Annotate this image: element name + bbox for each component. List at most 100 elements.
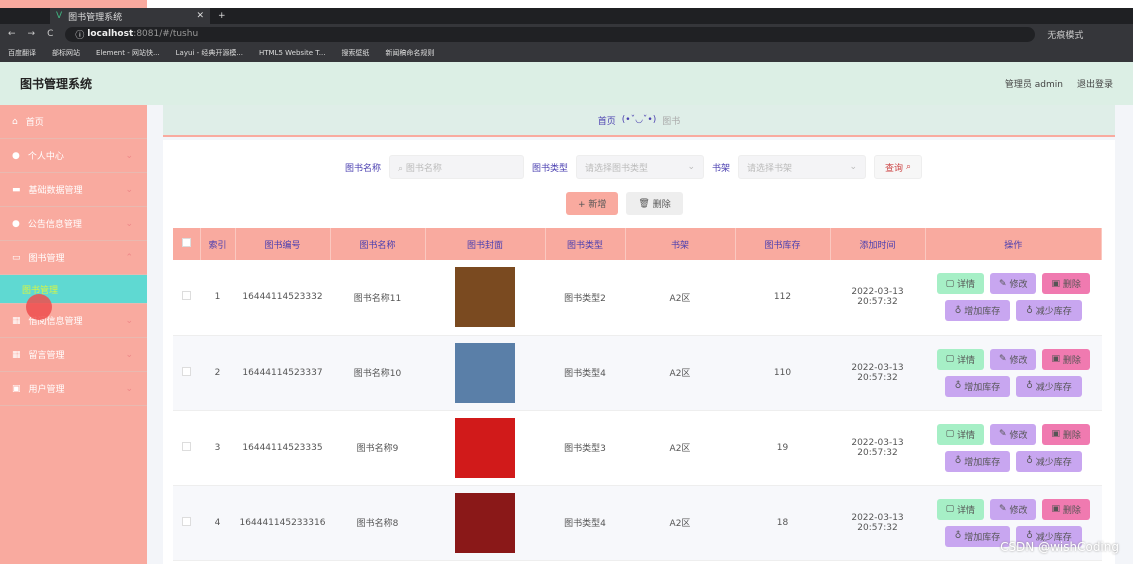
increase-stock-button[interactable]: ♁ 增加库存: [944, 375, 1011, 397]
detail-button[interactable]: ▢ 详情: [936, 348, 985, 370]
chevron-down-icon: ⌄: [125, 218, 133, 229]
books-table: 索引 图书编号 图书名称 图书封面 图书类型 书架 图书库存 添加时间 操作 1…: [173, 228, 1102, 561]
decrease-stock-button[interactable]: ♁ 减少库存: [1016, 450, 1082, 472]
column-header[interactable]: 索引: [200, 228, 236, 260]
forward-icon[interactable]: →: [28, 29, 36, 39]
add-button[interactable]: + 新增: [566, 192, 619, 215]
cursor-indicator: [26, 294, 52, 320]
breadcrumb-home[interactable]: 首页: [598, 114, 616, 127]
row-delete-button[interactable]: ▣ 删除: [1042, 423, 1090, 445]
column-header[interactable]: 图书编号: [235, 228, 331, 260]
edit-button[interactable]: ✎ 修改: [990, 273, 1037, 295]
book-cover-image: [455, 342, 515, 403]
app-title: 图书管理系统: [20, 77, 93, 91]
column-header[interactable]: 添加时间: [830, 228, 926, 260]
row-checkbox[interactable]: [182, 291, 191, 301]
row-index: 3: [200, 410, 235, 486]
sidebar-item-users[interactable]: ▣ 用户管理 ⌄: [0, 372, 147, 406]
column-header[interactable]: 图书封面: [425, 228, 546, 260]
address-bar-row: ← → C ⓘ localhost:8081/#/tushu 无痕模式: [0, 24, 1133, 44]
book-name-input[interactable]: ⌕ 图书名称: [389, 155, 525, 179]
table-row: 3 16444114523335 图书名称9 图书类型3 A2区 19 2022…: [173, 410, 1102, 486]
decrease-stock-button[interactable]: ♁ 减少库存: [1016, 375, 1082, 397]
chevron-down-icon: ⌄: [125, 150, 133, 161]
table-row: 2 16444114523337 图书名称10 图书类型4 A2区 110 20…: [173, 335, 1102, 411]
column-header[interactable]: 图书类型: [545, 228, 626, 260]
book-shelf: A2区: [625, 485, 735, 561]
chevron-down-icon: ⌄: [125, 184, 133, 195]
edit-button[interactable]: ✎ 修改: [990, 348, 1037, 370]
sidebar-item-messages[interactable]: ▦ 留言管理 ⌄: [0, 338, 147, 372]
book-cover-image: [455, 492, 515, 553]
bookmark[interactable]: 部标网站: [52, 48, 80, 58]
decrease-stock-button[interactable]: ♁ 减少库存: [1016, 300, 1082, 322]
increase-stock-button[interactable]: ♁ 增加库存: [944, 300, 1011, 322]
book-stock: 19: [735, 410, 830, 486]
bookmark[interactable]: Element - 网站快...: [96, 48, 160, 58]
book-code: 164441145233316: [235, 485, 330, 561]
new-tab-icon[interactable]: +: [218, 11, 226, 21]
book-stock: 110: [735, 335, 830, 411]
added-time: 2022-03-13 20:57:32: [830, 485, 925, 561]
row-delete-button[interactable]: ▣ 删除: [1042, 273, 1090, 295]
sidebar-item-books[interactable]: ▭ 图书管理 ⌃: [0, 241, 147, 275]
grid-icon: ▦: [12, 349, 21, 360]
url-input[interactable]: ⓘ localhost:8081/#/tushu: [65, 26, 1036, 42]
column-header[interactable]: 图书库存: [735, 228, 831, 260]
edit-button[interactable]: ✎ 修改: [990, 498, 1037, 520]
bookmark[interactable]: Layui - 经典开源模...: [176, 48, 243, 58]
table-row: 4 164441145233316 图书名称8 图书类型4 A2区 18 202…: [173, 485, 1102, 561]
browser-tab[interactable]: V 图书管理系统 ✕: [50, 8, 210, 24]
book-icon: ▭: [12, 252, 21, 263]
chevron-down-icon: ⌄: [125, 383, 133, 394]
reload-icon[interactable]: C: [47, 29, 53, 39]
sidebar-item-profile[interactable]: ● 个人中心 ⌄: [0, 139, 147, 173]
row-checkbox[interactable]: [182, 441, 191, 451]
row-delete-button[interactable]: ▣ 删除: [1042, 498, 1090, 520]
table-row: 1 16444114523332 图书名称11 图书类型2 A2区 112 20…: [173, 260, 1102, 336]
column-header[interactable]: 书架: [625, 228, 736, 260]
increase-stock-button[interactable]: ♁ 增加库存: [944, 450, 1011, 472]
added-time: 2022-03-13 20:57:32: [830, 335, 925, 411]
back-icon[interactable]: ←: [8, 29, 16, 39]
book-name: 图书名称8: [330, 485, 425, 561]
column-header[interactable]: 图书名称: [330, 228, 426, 260]
row-delete-button[interactable]: ▣ 删除: [1042, 348, 1090, 370]
select-all-checkbox[interactable]: [181, 238, 191, 247]
book-type-select[interactable]: 请选择图书类型 ⌄: [576, 155, 705, 179]
bookmark[interactable]: 百度翻译: [8, 48, 36, 58]
bookmark[interactable]: 搜索壁纸: [341, 48, 369, 58]
incognito-badge[interactable]: 无痕模式: [1047, 28, 1083, 41]
shelf-select[interactable]: 请选择书架 ⌄: [738, 155, 867, 179]
bookmark[interactable]: 新闻稿命名规则: [385, 48, 434, 58]
detail-button[interactable]: ▢ 详情: [936, 498, 985, 520]
edit-button[interactable]: ✎ 修改: [990, 423, 1037, 445]
user-label: 管理员 admin: [1004, 80, 1063, 90]
logout-link[interactable]: 退出登录: [1077, 77, 1113, 90]
sidebar-item-basic-data[interactable]: ▬ 基础数据管理 ⌄: [0, 173, 147, 207]
row-checkbox[interactable]: [182, 516, 191, 526]
book-shelf: A2区: [625, 335, 735, 411]
query-button[interactable]: 查询 ⌕: [874, 155, 922, 179]
users-icon: ▣: [12, 383, 21, 394]
row-checkbox[interactable]: [182, 366, 191, 376]
book-name: 图书名称9: [330, 410, 425, 486]
book-stock: 18: [735, 485, 830, 561]
column-header: 操作: [925, 228, 1102, 260]
sidebar-item-notice[interactable]: ● 公告信息管理 ⌄: [0, 207, 147, 241]
bookmarks-bar: 百度翻译 部标网站 Element - 网站快... Layui - 经典开源模...…: [0, 44, 1133, 62]
delete-button[interactable]: 🗑 删除: [626, 192, 683, 215]
detail-button[interactable]: ▢ 详情: [936, 423, 985, 445]
chevron-down-icon: ⌄: [125, 349, 133, 360]
top-strip: [0, 0, 1133, 8]
bookmark[interactable]: HTML5 Website T...: [259, 49, 325, 57]
book-type: 图书类型4: [545, 335, 625, 411]
sidebar-item-home[interactable]: ⌂ 首页: [0, 105, 147, 139]
book-name: 图书名称10: [330, 335, 425, 411]
book-name: 图书名称11: [330, 260, 425, 336]
sidebar-item-borrow[interactable]: ▦ 借阅信息管理 ⌄: [0, 304, 147, 338]
search-icon: ⌕: [905, 162, 911, 172]
close-icon[interactable]: ✕: [196, 11, 204, 21]
sidebar-subitem-book-manage[interactable]: 图书管理: [0, 275, 147, 304]
detail-button[interactable]: ▢ 详情: [936, 273, 985, 295]
